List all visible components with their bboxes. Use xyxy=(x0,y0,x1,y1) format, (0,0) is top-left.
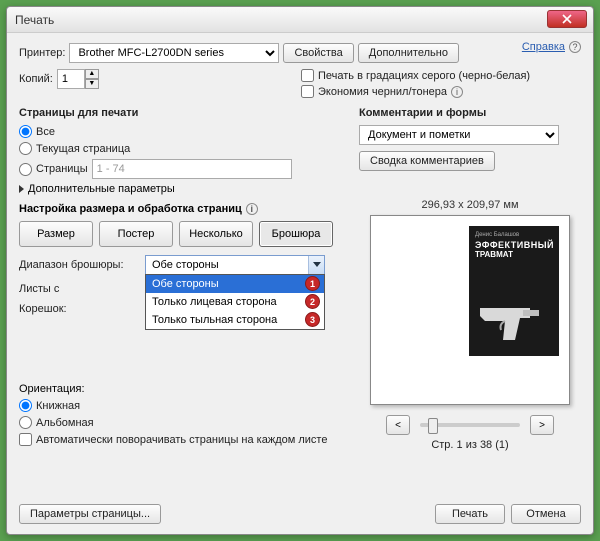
copies-input[interactable] xyxy=(57,69,85,89)
orientation-portrait-label: Книжная xyxy=(36,400,80,412)
booklet-range-combo[interactable]: Обе стороны xyxy=(145,255,325,275)
dropdown-item[interactable]: Только лицевая сторона 2 xyxy=(146,293,324,311)
dialog-body: Справка? Принтер: Brother MFC-L2700DN se… xyxy=(7,33,593,534)
preview-dimensions: 296,93 x 209,97 мм xyxy=(359,199,581,211)
tab-size[interactable]: Размер xyxy=(19,221,93,247)
copies-up-button[interactable]: ▲ xyxy=(85,69,99,79)
print-preview: Денис Балашов ЭФФЕКТИВНЫЙ ТРАВМАТ xyxy=(370,215,570,405)
close-button[interactable] xyxy=(547,10,587,28)
pistol-icon xyxy=(475,288,545,348)
dropdown-item-label: Только тыльная сторона xyxy=(152,314,277,326)
preview-next-button[interactable]: > xyxy=(530,415,554,435)
left-column: Страницы для печати Все Текущая страница… xyxy=(19,107,339,451)
copies-label: Копий: xyxy=(19,73,53,85)
window-title: Печать xyxy=(15,13,54,27)
orientation-title: Ориентация: xyxy=(19,383,339,395)
preview-prev-button[interactable]: < xyxy=(386,415,410,435)
badge-icon: 3 xyxy=(305,312,320,327)
cover-author: Денис Балашов xyxy=(475,232,553,238)
pages-range-radio[interactable] xyxy=(19,163,32,176)
chevron-down-icon[interactable] xyxy=(308,256,324,274)
help-link-label: Справка xyxy=(522,41,565,53)
pages-group-title: Страницы для печати xyxy=(19,107,339,119)
badge-icon: 2 xyxy=(305,294,320,309)
tab-multiple[interactable]: Несколько xyxy=(179,221,253,247)
pages-range-label: Страницы xyxy=(36,163,88,175)
copies-down-button[interactable]: ▼ xyxy=(85,79,99,89)
sizing-title: Настройка размера и обработка страниц xyxy=(19,203,242,215)
pages-more-expander[interactable]: Дополнительные параметры xyxy=(19,183,339,195)
help-link[interactable]: Справка? xyxy=(522,41,581,53)
orientation-landscape-label: Альбомная xyxy=(36,417,94,429)
preview-page: Денис Балашов ЭФФЕКТИВНЫЙ ТРАВМАТ xyxy=(469,226,559,356)
comments-select[interactable]: Документ и пометки xyxy=(359,125,559,145)
booklet-range-label: Диапазон брошюры: xyxy=(19,259,139,271)
booklet-range-dropdown: Обе стороны 1 Только лицевая сторона 2 Тол… xyxy=(145,274,325,330)
grayscale-label: Печать в градациях серого (черно-белая) xyxy=(318,70,530,82)
printer-label: Принтер: xyxy=(19,47,65,59)
dropdown-item-label: Обе стороны xyxy=(152,278,219,290)
pages-all-label: Все xyxy=(36,126,55,138)
autorotate-checkbox[interactable] xyxy=(19,433,32,446)
properties-button[interactable]: Свойства xyxy=(283,43,353,63)
print-button[interactable]: Печать xyxy=(435,504,505,524)
inksave-checkbox[interactable] xyxy=(301,85,314,98)
sheets-label: Листы с xyxy=(19,283,139,295)
cancel-button[interactable]: Отмена xyxy=(511,504,581,524)
titlebar: Печать xyxy=(7,7,593,33)
inksave-label: Экономия чернил/тонера xyxy=(318,86,447,98)
booklet-range-value: Обе стороны xyxy=(152,259,219,271)
right-column: Комментарии и формы Документ и пометки С… xyxy=(359,107,581,451)
triangle-icon xyxy=(19,185,24,193)
tab-booklet[interactable]: Брошюра xyxy=(259,221,333,247)
pages-all-radio[interactable] xyxy=(19,125,32,138)
dropdown-item[interactable]: Только тыльная сторона 3 xyxy=(146,311,324,329)
cover-title-1: ЭФФЕКТИВНЫЙ xyxy=(475,240,553,250)
help-icon: ? xyxy=(569,41,581,53)
orientation-portrait-radio[interactable] xyxy=(19,399,32,412)
comments-summary-button[interactable]: Сводка комментариев xyxy=(359,151,495,171)
orientation-landscape-radio[interactable] xyxy=(19,416,32,429)
print-dialog: Печать Справка? Принтер: Brother MFC-L27… xyxy=(6,6,594,535)
comments-title: Комментарии и формы xyxy=(359,107,581,119)
page-setup-button[interactable]: Параметры страницы... xyxy=(19,504,161,524)
info-icon: i xyxy=(451,86,463,98)
grayscale-checkbox[interactable] xyxy=(301,69,314,82)
info-icon: i xyxy=(246,203,258,215)
dropdown-item[interactable]: Обе стороны 1 xyxy=(146,275,324,293)
pages-range-input[interactable] xyxy=(92,159,292,179)
cover-title-2: ТРАВМАТ xyxy=(475,250,553,259)
preview-page-status: Стр. 1 из 38 (1) xyxy=(359,439,581,451)
printer-select[interactable]: Brother MFC-L2700DN series xyxy=(69,43,279,63)
tab-poster[interactable]: Постер xyxy=(99,221,173,247)
autorotate-label: Автоматически поворачивать страницы на к… xyxy=(36,434,327,446)
preview-slider[interactable] xyxy=(420,423,520,427)
badge-icon: 1 xyxy=(305,276,320,291)
pages-current-radio[interactable] xyxy=(19,142,32,155)
advanced-button[interactable]: Дополнительно xyxy=(358,43,459,63)
pages-more-label: Дополнительные параметры xyxy=(28,183,175,195)
pages-current-label: Текущая страница xyxy=(36,143,130,155)
dropdown-item-label: Только лицевая сторона xyxy=(152,296,277,308)
spine-label: Корешок: xyxy=(19,303,139,315)
